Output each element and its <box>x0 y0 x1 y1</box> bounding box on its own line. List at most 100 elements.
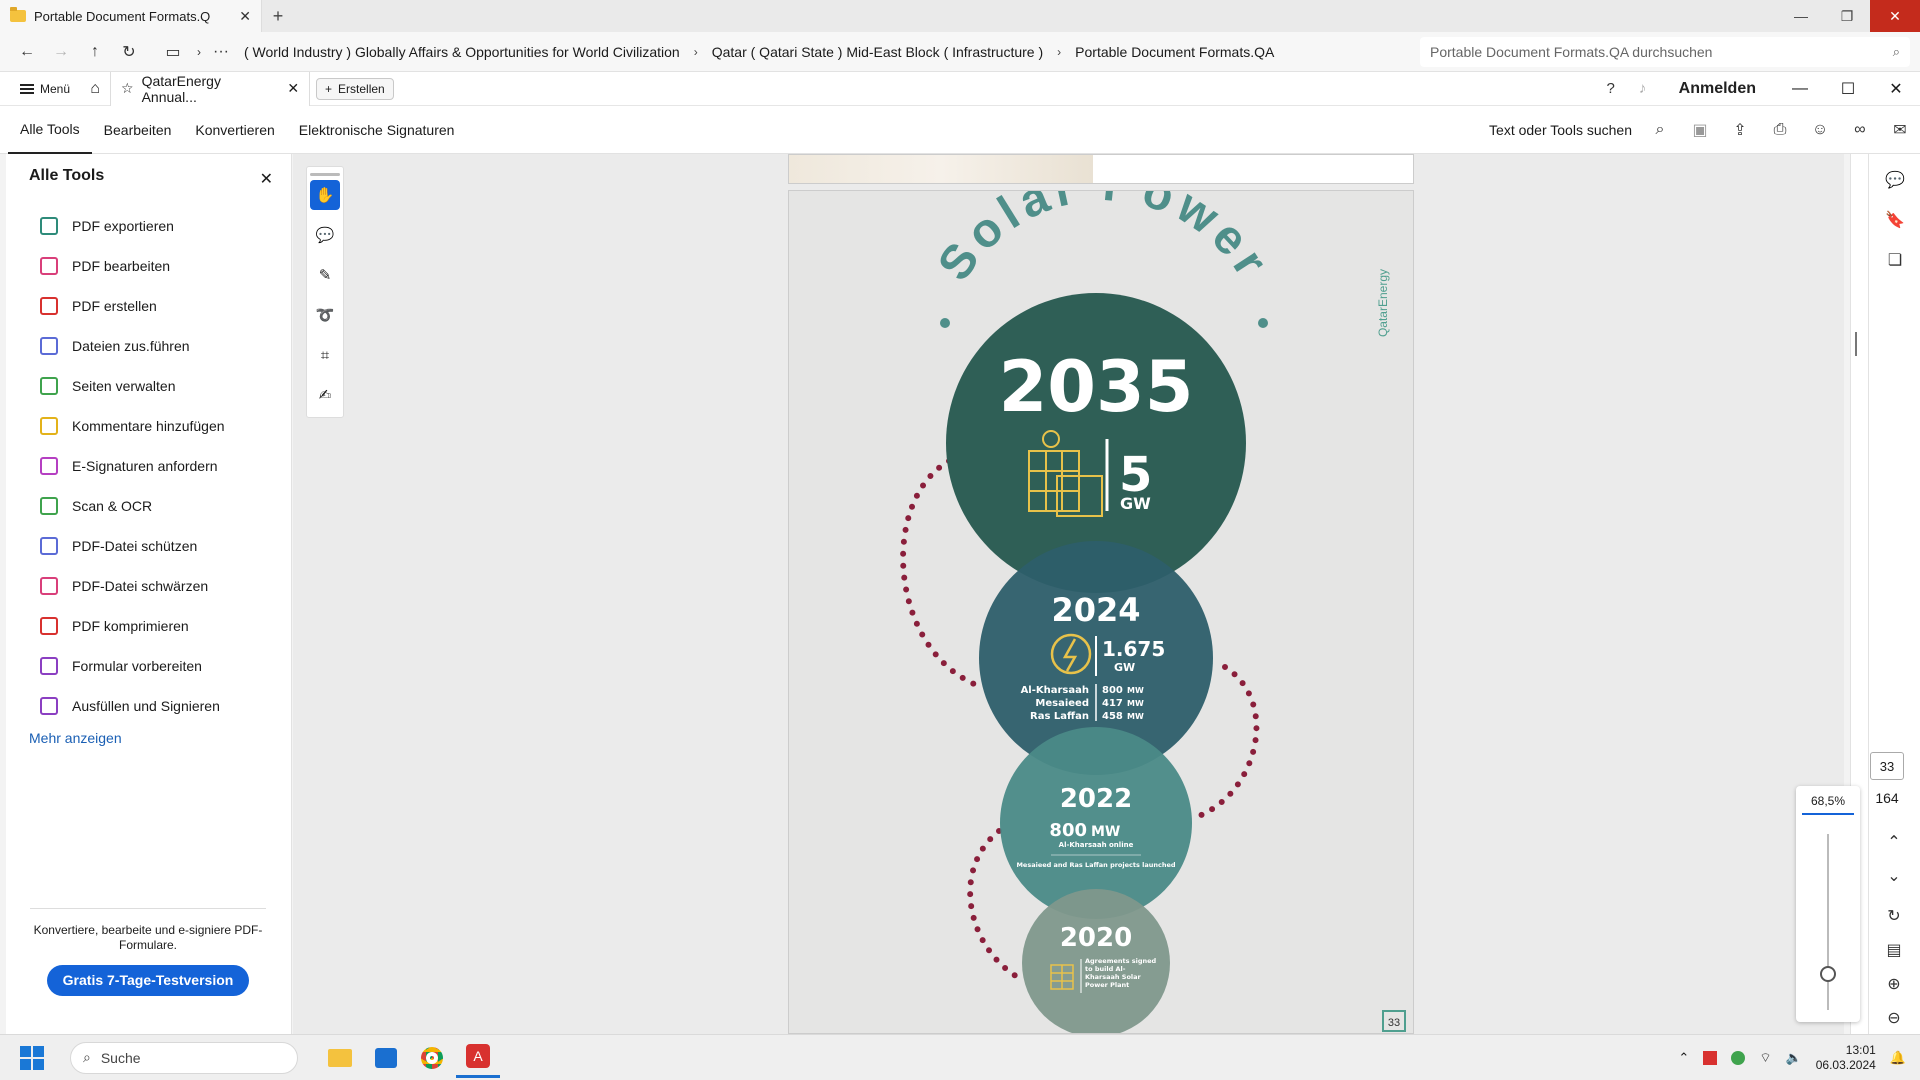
windows-start-icon[interactable] <box>20 1045 48 1070</box>
grip-handle[interactable] <box>310 173 340 176</box>
close-window-button[interactable]: ✕ <box>1870 0 1920 32</box>
menu-button[interactable]: Menü <box>0 82 80 96</box>
tab-edit[interactable]: Bearbeiten <box>92 106 184 154</box>
tab-e-signatures[interactable]: Elektronische Signaturen <box>287 106 467 154</box>
upload-icon[interactable]: ⇪ <box>1720 120 1760 140</box>
sidebar-tool-item[interactable]: Formular vorbereiten <box>40 646 280 686</box>
sidebar-tool-item[interactable]: PDF-Datei schwärzen <box>40 566 280 606</box>
tab-convert[interactable]: Konvertieren <box>183 106 286 154</box>
sidebar-tool-item[interactable]: Scan & OCR <box>40 486 280 526</box>
clock[interactable]: 13:01 06.03.2024 <box>1816 1043 1876 1073</box>
restore-button[interactable]: ❐ <box>1824 0 1870 32</box>
sidebar-tool-item[interactable]: E-Signaturen anfordern <box>40 446 280 486</box>
store-icon[interactable] <box>364 1038 408 1078</box>
close-tab-icon[interactable]: ✕ <box>239 8 251 25</box>
free-trial-button[interactable]: Gratis 7-Tage-Testversion <box>46 965 250 996</box>
pages-panel-icon[interactable]: ❏ <box>1869 240 1920 280</box>
sidebar-tool-item[interactable]: Dateien zus.führen <box>40 326 280 366</box>
find-tools-label[interactable]: Text oder Tools suchen <box>1489 122 1632 138</box>
sidebar-tool-item[interactable]: PDF bearbeiten <box>40 246 280 286</box>
help-icon[interactable]: ? <box>1595 80 1627 97</box>
page-number-input[interactable]: 33 <box>1870 752 1904 780</box>
search-icon[interactable]: ⌕ <box>1640 121 1680 139</box>
close-icon[interactable]: ✕ <box>260 169 273 189</box>
link-icon[interactable]: ∞ <box>1840 121 1880 139</box>
notification-bell-icon[interactable]: 🔔 <box>1890 1050 1906 1066</box>
tool-icon <box>40 697 58 715</box>
tool-list: PDF exportieren PDF bearbeiten PDF erstell… <box>40 206 280 726</box>
taskbar-search-input[interactable]: ⌕ Suche <box>70 1041 298 1074</box>
sidebar-tool-item[interactable]: PDF erstellen <box>40 286 280 326</box>
year-2024: 2024 <box>1051 591 1140 629</box>
new-tab-button[interactable]: + <box>262 6 294 27</box>
close-icon[interactable]: ✕ <box>287 80 299 97</box>
create-label: Erstellen <box>338 81 385 96</box>
chevron-up-icon[interactable]: ⌃ <box>1678 1050 1689 1066</box>
more-dots-icon[interactable]: ··· <box>208 43 234 61</box>
mail-icon[interactable]: ✉ <box>1880 120 1920 140</box>
zoom-knob[interactable] <box>1820 966 1836 982</box>
sidebar-tool-item[interactable]: PDF komprimieren <box>40 606 280 646</box>
refresh-icon[interactable]: ↻ <box>112 42 146 62</box>
tool-icon <box>40 497 58 515</box>
sidebar-tool-item[interactable]: PDF exportieren <box>40 206 280 246</box>
home-icon[interactable]: ⌂ <box>80 80 110 98</box>
star-icon[interactable]: ☆ <box>121 80 134 97</box>
text-select-icon[interactable]: ⌗ <box>310 340 340 370</box>
sidebar-tool-item[interactable]: Ausfüllen und Signieren <box>40 686 280 726</box>
create-button[interactable]: + Erstellen <box>316 77 394 100</box>
file-explorer-icon[interactable] <box>318 1038 362 1078</box>
chevron-right-icon[interactable]: › <box>190 45 208 59</box>
brand-vertical: QatarEnergy <box>1376 269 1390 337</box>
sidebar-tool-item[interactable]: Kommentare hinzufügen <box>40 406 280 446</box>
close-window-button[interactable]: ✕ <box>1872 79 1920 99</box>
chevron-down-icon[interactable]: ⌄ <box>1868 856 1920 896</box>
breadcrumb-item-pdf-formats[interactable]: Portable Document Formats.QA <box>1075 44 1274 60</box>
print-icon[interactable]: ⎙ <box>1760 121 1800 139</box>
comment-panel-icon[interactable]: 💬 <box>1869 160 1920 200</box>
tab-all-tools[interactable]: Alle Tools <box>8 106 92 154</box>
hand-tool-icon[interactable]: ✋ <box>310 180 340 210</box>
forward-arrow-icon[interactable]: → <box>44 43 78 61</box>
all-tools-panel: Alle Tools ✕ PDF exportieren PDF bearbeit… <box>6 154 292 1034</box>
explorer-window-controls: — ❐ ✕ <box>1778 0 1920 32</box>
zoom-value[interactable]: 68,5% <box>1802 794 1854 815</box>
minimize-button[interactable]: — <box>1776 80 1824 98</box>
speaker-icon[interactable]: 🔈 <box>1786 1050 1802 1066</box>
wifi-icon[interactable]: ⌔ <box>1759 1050 1771 1066</box>
maximize-button[interactable]: ☐ <box>1824 79 1872 99</box>
breadcrumb-item-qatar[interactable]: Qatar ( Qatari State ) Mid-East Block ( … <box>712 44 1043 60</box>
back-arrow-icon[interactable]: ← <box>10 43 44 61</box>
highlight-pen-icon[interactable]: ✎ <box>310 260 340 290</box>
explorer-search-input[interactable]: Portable Document Formats.QA durchsuchen… <box>1420 36 1910 67</box>
monitor-icon[interactable]: ▭ <box>156 42 190 62</box>
share-user-icon[interactable]: ☺ <box>1800 121 1840 139</box>
save-icon[interactable]: ▣ <box>1680 120 1720 140</box>
login-button[interactable]: Anmelden <box>1659 80 1776 98</box>
sidebar-tool-item[interactable]: Seiten verwalten <box>40 366 280 406</box>
zoom-track[interactable] <box>1827 834 1829 1010</box>
bookmark-panel-icon[interactable]: 🔖 <box>1869 200 1920 240</box>
taskbar-search-label: Suche <box>100 1049 141 1066</box>
show-more-link[interactable]: Mehr anzeigen <box>29 730 122 746</box>
sign-pen-icon[interactable]: ✍ <box>310 380 340 410</box>
breadcrumb-item-world-industry[interactable]: ( World Industry ) Globally Affairs & Op… <box>244 44 680 60</box>
lasso-draw-icon[interactable]: ➰ <box>310 300 340 330</box>
security-tray-icon[interactable] <box>1731 1050 1746 1065</box>
pdf-page[interactable]: Solar Power QatarEnergy 2035 5 GW 2024 <box>788 190 1414 1034</box>
minimize-button[interactable]: — <box>1778 0 1824 32</box>
heading-dot-right <box>1258 318 1268 328</box>
explorer-address-bar: ← → ↑ ↻ ▭ › ··· ( World Industry ) Globa… <box>0 32 1920 72</box>
zoom-out-icon[interactable]: ⊖ <box>1868 998 1920 1038</box>
explorer-tab[interactable]: Portable Document Formats.Q ✕ <box>0 0 262 32</box>
add-comment-icon[interactable]: 💬 <box>310 220 340 250</box>
sidebar-tool-item[interactable]: PDF-Datei schützen <box>40 526 280 566</box>
chrome-icon[interactable] <box>410 1038 454 1078</box>
document-tab[interactable]: ☆ QatarEnergy Annual... ✕ <box>110 71 311 106</box>
scrollbar-thumb[interactable] <box>1855 332 1857 356</box>
bell-icon[interactable]: ♪ <box>1627 80 1659 97</box>
up-arrow-icon[interactable]: ↑ <box>78 43 112 61</box>
chevron-right-icon: › <box>693 44 698 59</box>
acrobat-tray-icon[interactable] <box>1703 1050 1718 1065</box>
acrobat-icon[interactable]: A <box>456 1038 500 1078</box>
